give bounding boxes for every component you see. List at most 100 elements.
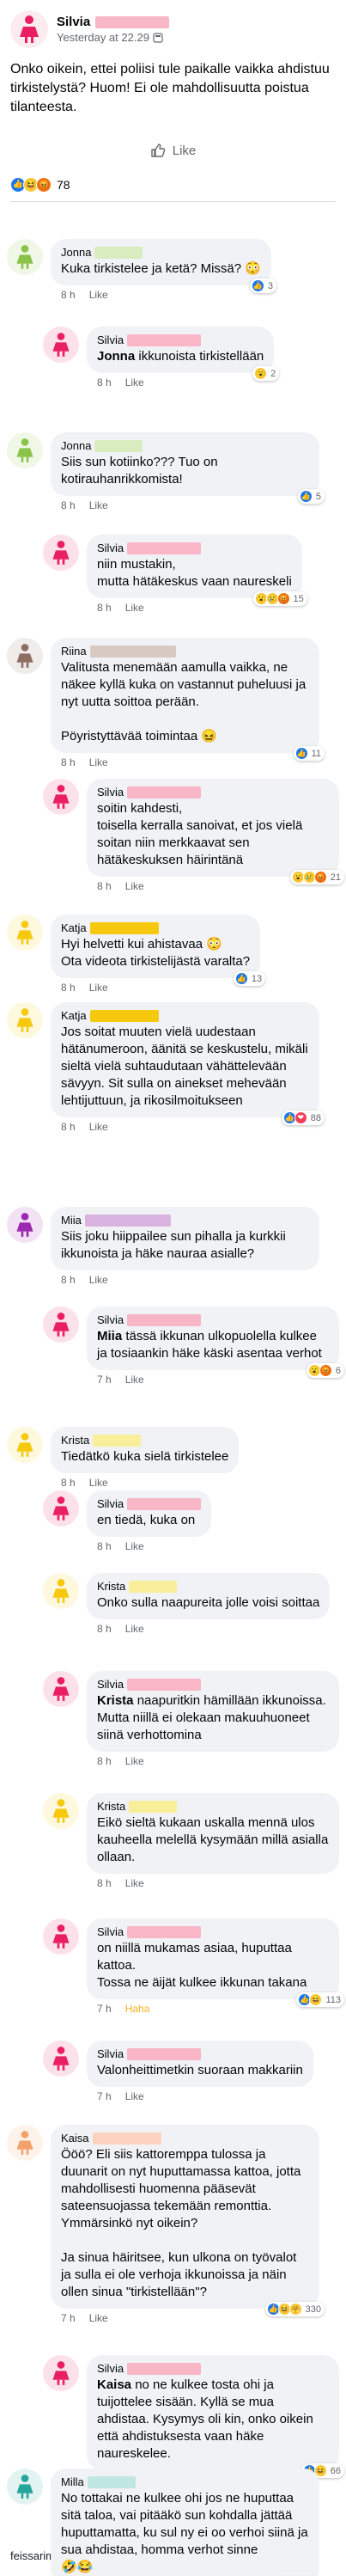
avatar[interactable] (7, 1207, 43, 1243)
comment-author[interactable]: Silvia (97, 2362, 124, 2375)
avatar[interactable] (43, 1490, 79, 1527)
post-reactions[interactable]: 👍 😆 😡 78 (10, 177, 336, 193)
comment-reactions[interactable]: 👍 ❤ 88 (281, 1111, 325, 1125)
comment-text-content: en tiedä, kuka on (97, 1513, 196, 1527)
comment-like-button[interactable]: Like (125, 376, 144, 390)
comment-like-button[interactable]: Like (125, 602, 144, 615)
comment-like-button[interactable]: Like (125, 1374, 144, 1387)
comment-author[interactable]: Silvia (97, 542, 124, 554)
comment-author[interactable]: Silvia (97, 1678, 124, 1691)
comment-time[interactable]: 7 h (97, 2090, 112, 2104)
comment-author[interactable]: Silvia (97, 1497, 124, 1510)
comment-time[interactable]: 8 h (97, 880, 112, 894)
avatar[interactable] (43, 2041, 79, 2077)
avatar[interactable] (7, 1427, 43, 1463)
mention-link[interactable]: Krista (97, 1693, 134, 1708)
comment-author[interactable]: Miia (61, 1214, 82, 1227)
mention-link[interactable]: Kaisa (97, 2377, 131, 2392)
comment-reactions[interactable]: 👍 11 (293, 746, 325, 761)
comment-time[interactable]: 8 h (97, 602, 112, 615)
comment-time[interactable]: 8 h (61, 499, 76, 513)
avatar[interactable] (43, 1671, 79, 1707)
comment-author[interactable]: Katja (61, 921, 87, 934)
comment-reactions[interactable]: 👍 😆 🤗 330 (264, 2302, 325, 2316)
comment-reactions[interactable]: 😮 😡 6 (306, 1363, 344, 1378)
comment-time[interactable]: 8 h (97, 376, 112, 390)
comment-like-button[interactable]: Like (89, 499, 108, 513)
avatar[interactable] (10, 10, 48, 48)
avatar[interactable] (7, 432, 43, 468)
comment-author[interactable]: Silvia (97, 1313, 124, 1326)
comment-time[interactable]: 7 h (97, 1374, 112, 1387)
comment-time[interactable]: 8 h (61, 1477, 76, 1490)
comment-author[interactable]: Krista (97, 1800, 125, 1813)
comment-time[interactable]: 8 h (61, 1274, 76, 1288)
avatar[interactable] (43, 1573, 79, 1609)
mention-link[interactable]: Jonna (97, 349, 135, 364)
comment-author[interactable]: Krista (97, 1580, 125, 1593)
comment-author[interactable]: Riina (61, 645, 87, 658)
comment-author[interactable]: Silvia (97, 2047, 124, 2060)
comment-like-button[interactable]: Like (89, 1121, 108, 1135)
comment-like-button[interactable]: Like (89, 756, 108, 770)
comment-author[interactable]: Milla (61, 2475, 84, 2488)
comment-time[interactable]: 8 h (97, 1755, 112, 1769)
post-time[interactable]: Yesterday at 22.29 (57, 31, 149, 44)
avatar[interactable] (7, 1002, 43, 1038)
avatar[interactable] (43, 535, 79, 571)
comment-reactions[interactable]: 👍 5 (297, 489, 325, 504)
comment-time[interactable]: 8 h (61, 982, 76, 995)
avatar[interactable] (7, 2469, 43, 2505)
comment-like-button[interactable]: Like (125, 2090, 144, 2104)
avatar[interactable] (7, 2125, 43, 2161)
comment-reactions[interactable]: 😮 😢 😡 21 (289, 870, 344, 884)
comment-time[interactable]: 8 h (61, 1121, 76, 1135)
comment-like-button[interactable]: Like (89, 1477, 108, 1490)
avatar[interactable] (43, 1918, 79, 1955)
comment-author[interactable]: Silvia (97, 333, 124, 346)
post-author[interactable]: Silvia (57, 15, 90, 29)
avatar[interactable] (43, 1306, 79, 1343)
mention-link[interactable]: Miia (97, 1329, 122, 1343)
comment-author[interactable]: Krista (61, 1434, 89, 1447)
comment-time[interactable]: 8 h (97, 1540, 112, 1554)
comment-like-button[interactable]: Like (125, 1540, 144, 1554)
avatar[interactable] (43, 1793, 79, 1829)
comment-like-button[interactable]: Like (89, 1274, 108, 1288)
comment-like-button[interactable]: Like (125, 880, 144, 894)
comment-reactions[interactable]: 😮 2 (252, 366, 280, 381)
comment-reactions[interactable]: 👍 3 (249, 278, 276, 293)
avatar[interactable] (43, 327, 79, 363)
comment-author[interactable]: Silvia (97, 786, 124, 798)
avatar[interactable] (7, 915, 43, 951)
avatar[interactable] (7, 638, 43, 674)
comment-like-button[interactable]: Like (89, 2312, 108, 2326)
comment-like-button[interactable]: Like (125, 1877, 144, 1891)
comment-reactions[interactable]: 👍 😆 113 (296, 1992, 344, 2007)
comment-time[interactable]: 8 h (97, 1623, 112, 1637)
woman-icon (52, 1677, 70, 1701)
avatar[interactable] (43, 2355, 79, 2391)
comment-author[interactable]: Silvia (97, 1925, 124, 1938)
comment-bubble: Katja Jos soitat muuten vielä uudestaan h… (51, 1002, 325, 1125)
comment-like-button[interactable]: Haha (125, 2003, 150, 2016)
comment-time[interactable]: 8 h (61, 756, 76, 770)
comment-reactions[interactable]: 😮 😢 😡 15 (252, 591, 307, 606)
comment-time[interactable]: 8 h (61, 289, 76, 303)
comment-time[interactable]: 7 h (97, 2003, 112, 2016)
avatar[interactable] (43, 779, 79, 815)
comment: Jonna Kuka tirkistelee ja ketä? Missä? 😳 👍… (0, 239, 346, 303)
comment-like-button[interactable]: Like (125, 1623, 144, 1637)
comment-like-button[interactable]: Like (89, 289, 108, 303)
comment-reactions[interactable]: 👍 13 (233, 971, 266, 986)
comment-time[interactable]: 8 h (97, 1877, 112, 1891)
comment-like-button[interactable]: Like (125, 1755, 144, 1769)
comment-author[interactable]: Katja (61, 1009, 87, 1022)
comment-author[interactable]: Jonna (61, 439, 91, 452)
comment-author[interactable]: Kaisa (61, 2132, 89, 2145)
like-button[interactable]: Like (10, 139, 336, 162)
avatar[interactable] (7, 239, 43, 275)
comment-author[interactable]: Jonna (61, 246, 91, 259)
comment-time[interactable]: 7 h (61, 2312, 76, 2326)
comment-like-button[interactable]: Like (89, 982, 108, 995)
